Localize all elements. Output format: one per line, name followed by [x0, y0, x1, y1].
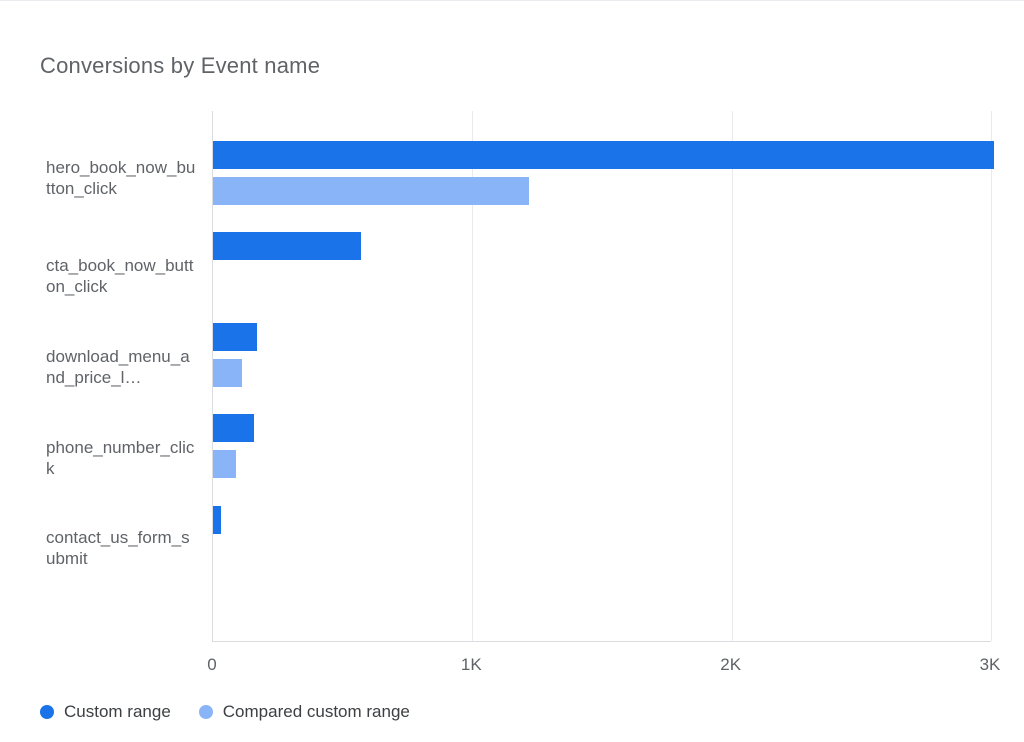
x-tick-label: 1K	[461, 655, 482, 675]
x-tick-label: 3K	[980, 655, 1001, 675]
bar	[213, 414, 254, 442]
bar	[213, 359, 242, 387]
chart-title: Conversions by Event name	[40, 53, 320, 79]
y-tick-label: cta_book_now_button_click	[46, 255, 196, 298]
x-tick-label: 0	[207, 655, 216, 675]
legend-item: Custom range	[40, 702, 171, 722]
plot-area	[212, 111, 991, 642]
legend-label: Compared custom range	[223, 702, 410, 722]
legend-label: Custom range	[64, 702, 171, 722]
legend: Custom range Compared custom range	[40, 702, 410, 722]
grid-line	[991, 111, 992, 641]
bar	[213, 450, 236, 478]
bar	[213, 506, 221, 534]
legend-swatch-icon	[40, 705, 54, 719]
bar	[213, 232, 361, 260]
legend-swatch-icon	[199, 705, 213, 719]
y-tick-label: hero_book_now_button_click	[46, 157, 196, 200]
chart-card: Conversions by Event name hero_book_now_…	[0, 0, 1024, 742]
y-tick-label: download_menu_and_price_l…	[46, 346, 196, 389]
y-tick-label: contact_us_form_submit	[46, 527, 196, 570]
bars-layer	[213, 111, 991, 641]
legend-item: Compared custom range	[199, 702, 410, 722]
x-tick-label: 2K	[720, 655, 741, 675]
y-tick-label: phone_number_click	[46, 437, 196, 480]
bar	[213, 141, 994, 169]
bar	[213, 323, 257, 351]
bar	[213, 177, 529, 205]
